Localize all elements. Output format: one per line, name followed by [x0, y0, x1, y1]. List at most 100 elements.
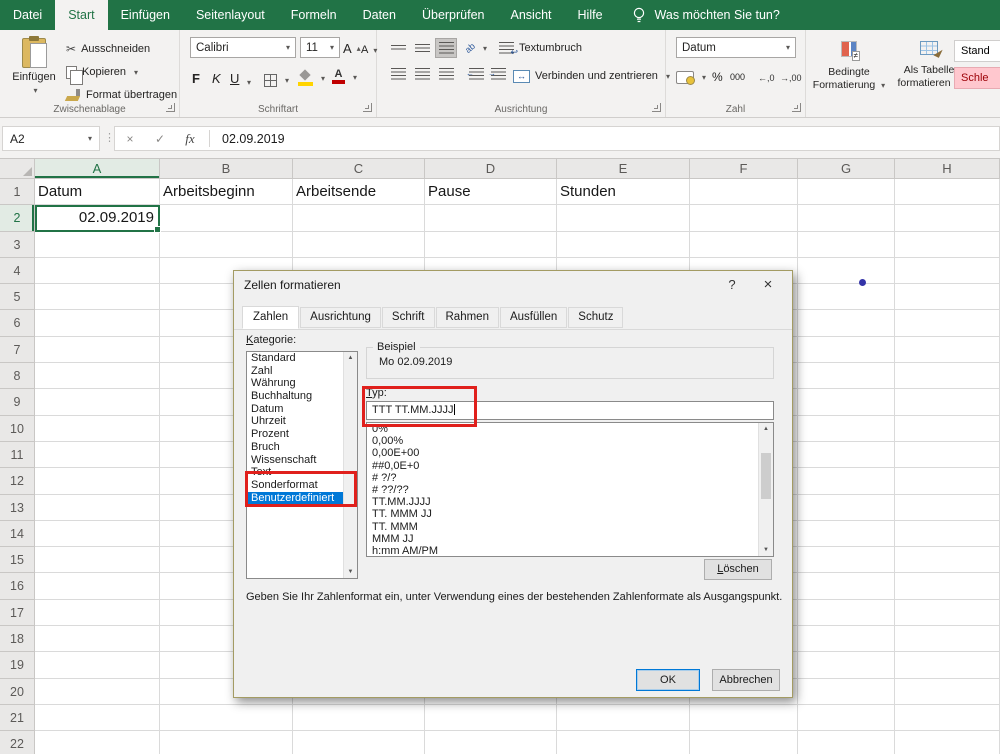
category-item-buchhaltung[interactable]: Buchhaltung [247, 390, 343, 403]
category-item-bruch[interactable]: Bruch [247, 441, 343, 454]
font-name-dropdown-icon[interactable]: ▾ [286, 43, 290, 52]
align-middle-button[interactable] [411, 38, 433, 58]
row-header-21[interactable]: 21 [0, 705, 35, 731]
row-header-8[interactable]: 8 [0, 363, 35, 389]
dialog-tab-zahlen[interactable]: Zahlen [242, 306, 299, 329]
cell-G3[interactable] [798, 232, 895, 258]
row-header-19[interactable]: 19 [0, 652, 35, 678]
copy-button[interactable]: Kopieren ▾ [66, 62, 138, 82]
cell-A5[interactable] [35, 284, 160, 310]
row-header-3[interactable]: 3 [0, 232, 35, 258]
ribbon-tab-seitenlayout[interactable]: Seitenlayout [183, 0, 278, 30]
column-header-A[interactable]: A [35, 159, 160, 179]
cell-G21[interactable] [798, 705, 895, 731]
cell-G20[interactable] [798, 679, 895, 705]
category-item-zahl[interactable]: Zahl [247, 365, 343, 378]
delete-button[interactable]: Löschen [704, 559, 772, 580]
cell-A16[interactable] [35, 573, 160, 599]
cell-G14[interactable] [798, 521, 895, 547]
column-header-G[interactable]: G [798, 159, 895, 179]
ribbon-tab-überprüfen[interactable]: Überprüfen [409, 0, 498, 30]
cell-G2[interactable] [798, 205, 895, 231]
row-header-7[interactable]: 7 [0, 337, 35, 363]
paste-dropdown-icon[interactable]: ▾ [33, 86, 37, 95]
row-header-9[interactable]: 9 [0, 389, 35, 415]
cell-B21[interactable] [160, 705, 293, 731]
cell-H19[interactable] [895, 652, 1000, 678]
row-header-17[interactable]: 17 [0, 600, 35, 626]
format-scroll-up-icon[interactable]: ▲ [759, 426, 773, 432]
cell-A17[interactable] [35, 600, 160, 626]
cell-style-schlecht[interactable]: Schle [954, 67, 1000, 89]
cell-A12[interactable] [35, 468, 160, 494]
cell-G4[interactable] [798, 258, 895, 284]
cell-G5[interactable] [798, 284, 895, 310]
accounting-dropdown-icon[interactable]: ▾ [702, 73, 706, 82]
ribbon-tab-hilfe[interactable]: Hilfe [565, 0, 616, 30]
scroll-down-icon[interactable]: ▼ [344, 569, 357, 575]
cell-C3[interactable] [293, 232, 425, 258]
cell-C2[interactable] [293, 205, 425, 231]
cell-E3[interactable] [557, 232, 690, 258]
cell-G13[interactable] [798, 495, 895, 521]
cell-E21[interactable] [557, 705, 690, 731]
cell-F22[interactable] [690, 731, 798, 754]
cell-G19[interactable] [798, 652, 895, 678]
cell-A18[interactable] [35, 626, 160, 652]
decrease-indent-button[interactable]: ← [465, 64, 487, 84]
cell-C21[interactable] [293, 705, 425, 731]
row-header-18[interactable]: 18 [0, 626, 35, 652]
cell-H22[interactable] [895, 731, 1000, 754]
cell-G18[interactable] [798, 626, 895, 652]
ribbon-tab-einfügen[interactable]: Einfügen [108, 0, 183, 30]
cell-D22[interactable] [425, 731, 557, 754]
cell-G8[interactable] [798, 363, 895, 389]
format-item[interactable]: TT. MMM JJ [367, 508, 758, 520]
cell-A19[interactable] [35, 652, 160, 678]
row-header-12[interactable]: 12 [0, 468, 35, 494]
dialog-tab-rahmen[interactable]: Rahmen [436, 307, 499, 328]
cell-A4[interactable] [35, 258, 160, 284]
cell-A8[interactable] [35, 363, 160, 389]
format-item[interactable]: # ??/?? [367, 484, 758, 496]
format-item[interactable]: TT.MM.JJJJ [367, 496, 758, 508]
cell-style-standard[interactable]: Stand [954, 40, 1000, 62]
cell-G12[interactable] [798, 468, 895, 494]
fill-color-dropdown-icon[interactable]: ▾ [321, 74, 325, 83]
ok-button[interactable]: OK [636, 669, 700, 691]
column-header-F[interactable]: F [690, 159, 798, 179]
percent-style-button[interactable]: % [712, 67, 723, 87]
format-scroll-down-icon[interactable]: ▼ [759, 547, 773, 553]
row-header-14[interactable]: 14 [0, 521, 35, 547]
cell-G1[interactable] [798, 179, 895, 205]
cell-G7[interactable] [798, 337, 895, 363]
cell-G6[interactable] [798, 310, 895, 336]
cell-H8[interactable] [895, 363, 1000, 389]
bold-button[interactable]: F [192, 68, 200, 88]
cell-H4[interactable] [895, 258, 1000, 284]
row-header-15[interactable]: 15 [0, 547, 35, 573]
decrease-decimal-button[interactable]: →,00 [780, 68, 802, 88]
cell-H3[interactable] [895, 232, 1000, 258]
cell-D3[interactable] [425, 232, 557, 258]
formula-input[interactable]: 02.09.2019 [214, 132, 285, 146]
alignment-dialog-launcher-icon[interactable] [652, 103, 661, 112]
cell-H9[interactable] [895, 389, 1000, 415]
cell-E2[interactable] [557, 205, 690, 231]
cell-E1[interactable]: Stunden [557, 179, 690, 205]
cell-G22[interactable] [798, 731, 895, 754]
column-header-H[interactable]: H [895, 159, 1000, 179]
cell-H17[interactable] [895, 600, 1000, 626]
cell-A21[interactable] [35, 705, 160, 731]
align-top-button[interactable] [387, 38, 409, 58]
increase-font-button[interactable]: A▴ [343, 38, 361, 58]
cell-G15[interactable] [798, 547, 895, 573]
cell-H6[interactable] [895, 310, 1000, 336]
decrease-font-button[interactable]: A▾ [361, 40, 377, 60]
cell-A2[interactable]: 02.09.2019 [35, 205, 160, 231]
cell-D21[interactable] [425, 705, 557, 731]
cell-G9[interactable] [798, 389, 895, 415]
accounting-format-button[interactable]: ▾ [676, 67, 706, 87]
font-dialog-launcher-icon[interactable] [363, 103, 372, 112]
cell-B22[interactable] [160, 731, 293, 754]
